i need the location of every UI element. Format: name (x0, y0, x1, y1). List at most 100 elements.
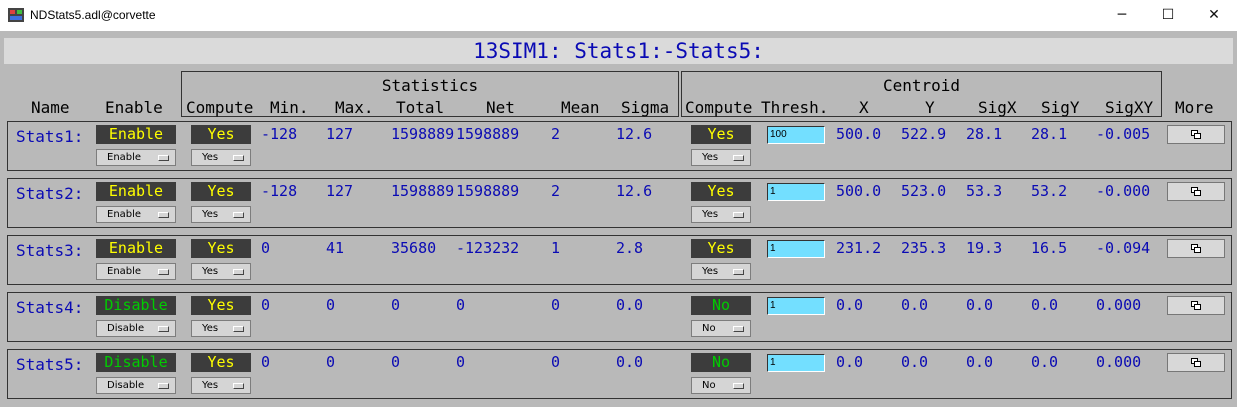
header-sigy: SigY (1041, 98, 1080, 117)
net-value: 1598889 (456, 125, 520, 143)
header-enable: Enable (105, 98, 163, 117)
sigy-value: 53.2 (1031, 182, 1068, 200)
enable-menu[interactable]: Disable (96, 377, 176, 394)
enable-menu-label: Enable (107, 152, 142, 163)
minimize-button[interactable]: ─ (1099, 0, 1145, 31)
net-value: 0 (456, 296, 466, 314)
centroid-group: Centroid (681, 71, 1162, 117)
compute-indicator: Yes (191, 239, 251, 258)
enable-menu[interactable]: Enable (96, 206, 176, 223)
compute-menu[interactable]: Yes (191, 320, 251, 337)
enable-menu-label: Enable (107, 266, 142, 277)
heading-bar: 13SIM1: Stats1:-Stats5: (4, 38, 1233, 64)
menu-arrow-icon (158, 155, 169, 161)
menu-arrow-icon (233, 212, 244, 218)
compute-indicator: Yes (191, 296, 251, 315)
page-title: 13SIM1: Stats1:-Stats5: (473, 39, 764, 63)
total-value: 0 (391, 353, 401, 371)
centroid-compute-menu[interactable]: Yes (691, 206, 751, 223)
compute-indicator: Yes (191, 353, 251, 372)
header-min: Min. (270, 98, 309, 117)
total-value: 0 (391, 296, 401, 314)
threshold-input[interactable]: 1 (767, 240, 825, 258)
menu-arrow-icon (733, 269, 744, 275)
sigx-value: 28.1 (966, 125, 1003, 143)
centroid-y-value: 235.3 (901, 239, 947, 257)
centroid-compute-indicator: Yes (691, 182, 751, 201)
stats-row: Stats4: Disable Disable Yes Yes 0 0 0 0 0 0.0 No No 1… (7, 292, 1232, 342)
compute-menu-label: Yes (202, 209, 219, 220)
menu-arrow-icon (733, 212, 744, 218)
header-net: Net (486, 98, 515, 117)
centroid-compute-indicator: Yes (691, 125, 751, 144)
stats-row: Stats1: Enable Enable Yes Yes -128 127 1598889 1… (7, 121, 1232, 171)
related-display-icon (1191, 130, 1201, 139)
row-name: Stats2: (16, 184, 84, 203)
menu-arrow-icon (733, 326, 744, 332)
header-compute: Compute (186, 98, 254, 117)
header-max: Max. (335, 98, 374, 117)
mean-value: 1 (551, 239, 561, 257)
centroid-compute-menu-label: No (702, 380, 716, 391)
window-title: NDStats5.adl@corvette (30, 8, 156, 22)
sigxy-value: -0.000 (1096, 182, 1151, 200)
compute-menu[interactable]: Yes (191, 377, 251, 394)
more-button[interactable] (1167, 353, 1225, 372)
menu-arrow-icon (233, 326, 244, 332)
compute-indicator: Yes (191, 182, 251, 201)
sigx-value: 0.0 (966, 353, 994, 371)
header-x: X (859, 98, 869, 117)
min-value: -128 (261, 125, 298, 143)
more-button[interactable] (1167, 125, 1225, 144)
sigxy-value: -0.094 (1096, 239, 1151, 257)
compute-menu[interactable]: Yes (191, 149, 251, 166)
max-value: 41 (326, 239, 345, 257)
enable-menu[interactable]: Enable (96, 149, 176, 166)
sigy-value: 28.1 (1031, 125, 1068, 143)
header-thresh: Thresh. (761, 98, 829, 117)
centroid-x-value: 0.0 (836, 353, 864, 371)
threshold-input[interactable]: 1 (767, 354, 825, 372)
more-button[interactable] (1167, 296, 1225, 315)
enable-indicator: Disable (96, 296, 176, 315)
centroid-compute-menu[interactable]: No (691, 377, 751, 394)
compute-menu[interactable]: Yes (191, 206, 251, 223)
compute-menu-label: Yes (202, 323, 219, 334)
threshold-input[interactable]: 100 (767, 126, 825, 144)
min-value: 0 (261, 296, 271, 314)
enable-menu[interactable]: Enable (96, 263, 176, 280)
centroid-compute-menu[interactable]: No (691, 320, 751, 337)
enable-menu-label: Enable (107, 209, 142, 220)
centroid-compute-indicator: No (691, 296, 751, 315)
menu-arrow-icon (158, 383, 169, 389)
enable-indicator: Enable (96, 239, 176, 258)
stats-row: Stats3: Enable Enable Yes Yes 0 41 35680 -123232… (7, 235, 1232, 285)
centroid-compute-menu[interactable]: Yes (691, 263, 751, 280)
centroid-group-title: Centroid (882, 76, 961, 95)
threshold-input[interactable]: 1 (767, 183, 825, 201)
compute-menu[interactable]: Yes (191, 263, 251, 280)
centroid-compute-indicator: No (691, 353, 751, 372)
sigxy-value: -0.005 (1096, 125, 1151, 143)
threshold-input[interactable]: 1 (767, 297, 825, 315)
maximize-button[interactable]: ☐ (1145, 0, 1191, 31)
menu-arrow-icon (233, 269, 244, 275)
enable-menu-label: Disable (107, 380, 145, 391)
related-display-icon (1191, 358, 1201, 367)
close-button[interactable]: ✕ (1191, 0, 1237, 31)
more-button[interactable] (1167, 239, 1225, 258)
row-name: Stats4: (16, 298, 84, 317)
menu-arrow-icon (158, 212, 169, 218)
sigy-value: 0.0 (1031, 296, 1059, 314)
sigma-value: 0.0 (616, 296, 644, 314)
centroid-compute-menu[interactable]: Yes (691, 149, 751, 166)
sigx-value: 19.3 (966, 239, 1003, 257)
more-button[interactable] (1167, 182, 1225, 201)
max-value: 0 (326, 296, 336, 314)
sigx-value: 0.0 (966, 296, 994, 314)
centroid-x-value: 231.2 (836, 239, 882, 257)
header-more: More (1175, 98, 1214, 117)
enable-menu[interactable]: Disable (96, 320, 176, 337)
min-value: -128 (261, 182, 298, 200)
total-value: 1598889 (391, 125, 455, 143)
